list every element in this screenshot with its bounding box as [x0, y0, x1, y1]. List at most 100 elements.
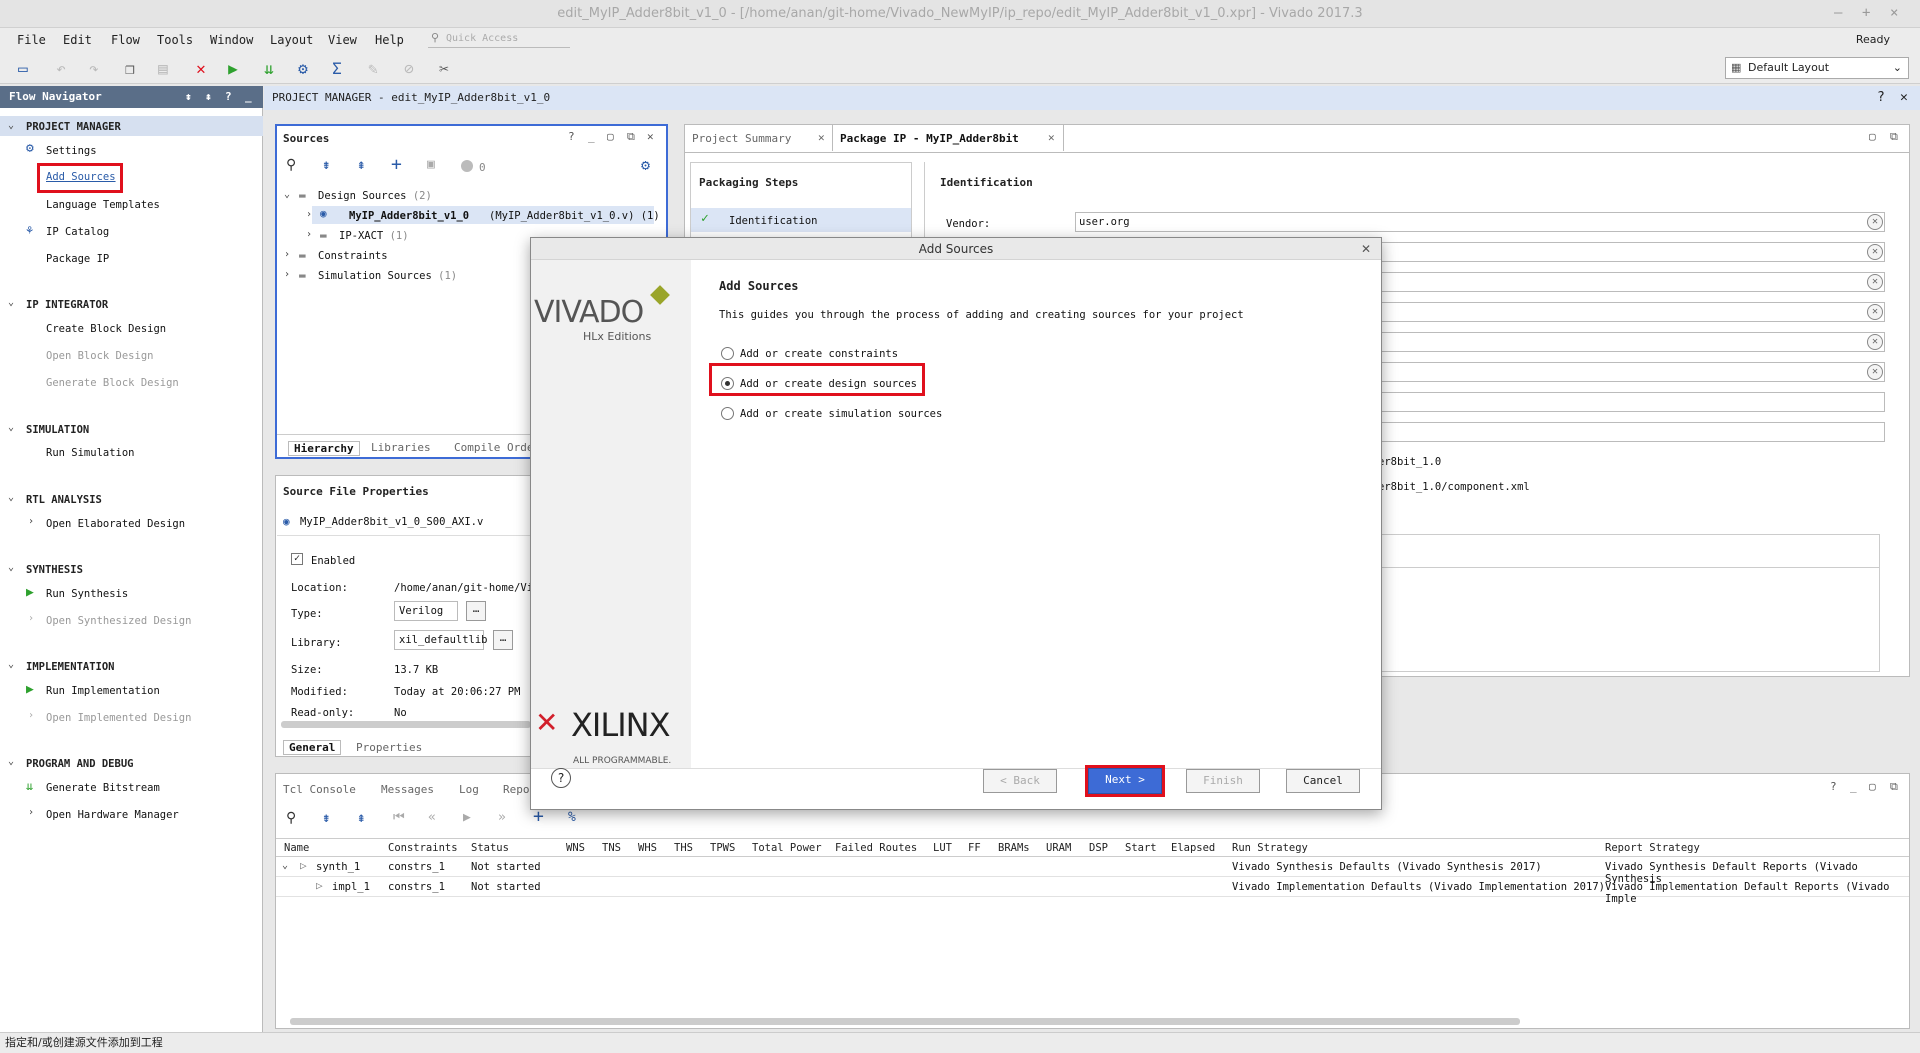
program-icon[interactable]: ⇊	[258, 58, 280, 80]
nav-ip-catalog[interactable]: IP Catalog	[46, 226, 109, 238]
add-icon[interactable]: +	[391, 154, 402, 175]
clear-icon[interactable]: ✕	[1867, 334, 1883, 350]
tree-simulation-sources[interactable]: Simulation Sources (1)	[318, 270, 457, 282]
radio-design-sources[interactable]	[721, 377, 734, 390]
column-header[interactable]: FF	[968, 842, 981, 854]
column-header[interactable]: Failed Routes	[835, 842, 917, 854]
type-browse-button[interactable]: …	[466, 601, 486, 621]
menu-view[interactable]: View	[328, 33, 357, 47]
settings-gear-icon[interactable]: ⚙	[292, 58, 314, 80]
tab-general[interactable]: General	[283, 740, 342, 755]
paste-icon[interactable]: ▤	[152, 58, 174, 80]
tab-libraries[interactable]: Libraries	[371, 441, 431, 454]
close-icon[interactable]: ✕	[818, 131, 825, 144]
chevron-down-icon[interactable]: ⌄	[8, 756, 14, 767]
probe-icon[interactable]: ⊘	[398, 58, 420, 80]
tab-properties[interactable]: Properties	[356, 741, 422, 754]
nav-open-block-design[interactable]: Open Block Design	[46, 350, 153, 362]
nav-package-ip[interactable]: Package IP	[46, 253, 109, 265]
radio-constraints[interactable]	[721, 347, 734, 360]
cancel-button[interactable]: Cancel	[1286, 769, 1360, 793]
radio-simulation[interactable]	[721, 407, 734, 420]
column-header[interactable]: DSP	[1089, 842, 1108, 854]
column-header[interactable]: WNS	[566, 842, 585, 854]
nav-section-ip-integrator[interactable]: IP INTEGRATOR	[26, 299, 108, 311]
horizontal-scrollbar[interactable]	[290, 1018, 1520, 1025]
clear-icon[interactable]: ✕	[1867, 364, 1883, 380]
search-icon[interactable]: ⚲	[286, 157, 296, 173]
expand-all-icon[interactable]: ⇞	[357, 810, 365, 826]
menu-window[interactable]: Window	[210, 33, 253, 47]
clear-icon[interactable]: ✕	[1867, 244, 1883, 260]
percent-icon[interactable]: %	[568, 810, 576, 825]
clear-icon[interactable]: ✕	[1867, 214, 1883, 230]
back-button[interactable]: < Back	[983, 769, 1057, 793]
chevron-right-icon[interactable]: ›	[28, 807, 34, 818]
restore-icon[interactable]: ▢	[1869, 130, 1876, 143]
nav-run-synthesis[interactable]: Run Synthesis	[46, 588, 128, 600]
tab-compile-order[interactable]: Compile Order	[454, 441, 540, 454]
option-constraints-label[interactable]: Add or create constraints	[740, 348, 898, 360]
menu-file[interactable]: File	[17, 33, 46, 47]
chevron-right-icon[interactable]: ›	[28, 613, 34, 624]
column-header[interactable]: Name	[284, 842, 309, 854]
collapse-all-icon[interactable]: ⇟	[322, 157, 330, 173]
chevron-down-icon[interactable]: ⌄	[8, 492, 14, 503]
column-header[interactable]: LUT	[933, 842, 952, 854]
table-row[interactable]: ▷ impl_1 constrs_1 Not started Vivado Im…	[276, 877, 1909, 905]
help-icon[interactable]: ?	[1877, 86, 1885, 110]
column-header[interactable]: Elapsed	[1171, 842, 1215, 854]
nav-open-elaborated-design[interactable]: Open Elaborated Design	[46, 518, 185, 530]
chevron-down-icon[interactable]: ⌄	[282, 860, 288, 871]
tab-hierarchy[interactable]: Hierarchy	[288, 441, 360, 456]
nav-language-templates[interactable]: Language Templates	[46, 199, 160, 211]
nav-section-rtl-analysis[interactable]: RTL ANALYSIS	[26, 494, 102, 506]
tree-top-module[interactable]: MyIP_Adder8bit_v1_0	[349, 210, 469, 222]
column-header[interactable]: URAM	[1046, 842, 1071, 854]
nav-run-implementation[interactable]: Run Implementation	[46, 685, 160, 697]
tab-log[interactable]: Log	[459, 783, 479, 796]
run-icon[interactable]: ▶	[222, 58, 244, 80]
chevron-down-icon[interactable]: ⌄	[8, 120, 14, 131]
sigma-icon[interactable]: Σ	[326, 58, 348, 80]
column-header[interactable]: THS	[674, 842, 693, 854]
nav-generate-block-design[interactable]: Generate Block Design	[46, 377, 179, 389]
help-icon[interactable]: ?	[1830, 780, 1837, 793]
nav-section-synthesis[interactable]: SYNTHESIS	[26, 564, 83, 576]
tab-project-summary[interactable]: Project Summary	[692, 132, 791, 145]
next-icon[interactable]: »	[498, 810, 506, 825]
column-header[interactable]: Run Strategy	[1232, 842, 1308, 854]
nav-section-project-manager[interactable]: PROJECT MANAGER	[26, 121, 121, 133]
chevron-down-icon[interactable]: ⌄	[8, 659, 14, 670]
nav-section-implementation[interactable]: IMPLEMENTATION	[26, 661, 115, 673]
menu-help[interactable]: Help	[375, 33, 404, 47]
chevron-right-icon[interactable]: ›	[284, 269, 290, 280]
nav-open-implemented-design[interactable]: Open Implemented Design	[46, 712, 191, 724]
play-icon[interactable]: ▶	[463, 810, 471, 825]
column-header[interactable]: BRAMs	[998, 842, 1030, 854]
nav-run-simulation[interactable]: Run Simulation	[46, 447, 135, 459]
close-window-icon[interactable]: ×	[1890, 5, 1898, 21]
search-icon[interactable]: ⚲	[286, 810, 296, 826]
maximize-icon[interactable]: +	[1862, 5, 1870, 21]
close-icon[interactable]: ✕	[1048, 131, 1055, 144]
close-icon[interactable]: ✕	[1361, 238, 1371, 260]
tree-constraints[interactable]: Constraints	[318, 250, 388, 262]
maximize-icon[interactable]: ⧉	[1890, 130, 1898, 144]
column-header[interactable]: Constraints	[388, 842, 458, 854]
step-identification[interactable]: Identification	[729, 215, 818, 227]
collapse-all-icon[interactable]: ⇟	[185, 86, 192, 108]
menu-flow[interactable]: Flow	[111, 33, 140, 47]
chevron-down-icon[interactable]: ⌄	[8, 562, 14, 573]
copy-icon[interactable]: ❐	[119, 58, 141, 80]
settings-gear-icon[interactable]: ⚙	[641, 156, 650, 174]
tree-ip-xact[interactable]: IP-XACT (1)	[339, 230, 409, 242]
chevron-right-icon[interactable]: ›	[28, 516, 34, 527]
finish-button[interactable]: Finish	[1186, 769, 1260, 793]
column-header[interactable]: Start	[1125, 842, 1157, 854]
quick-access-input[interactable]: Quick Access	[428, 30, 570, 48]
first-icon[interactable]: ⏮	[393, 810, 405, 825]
type-field[interactable]: Verilog	[394, 601, 458, 621]
next-button[interactable]: Next >	[1088, 768, 1162, 794]
option-simulation-label[interactable]: Add or create simulation sources	[740, 408, 942, 420]
